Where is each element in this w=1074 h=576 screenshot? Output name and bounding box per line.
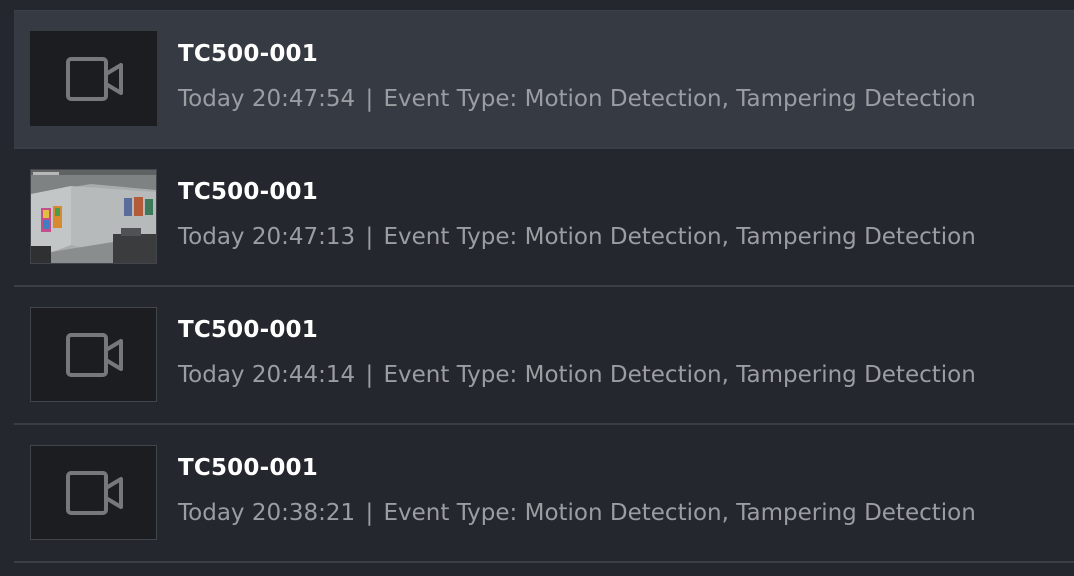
event-type: Event Type: Motion Detection, Tampering … xyxy=(383,362,976,388)
camera-name: TC500-001 xyxy=(178,179,318,205)
event-row[interactable]: TC500-001 Today 20:47:13 | Event Type: M… xyxy=(14,149,1074,287)
separator: | xyxy=(365,86,374,112)
event-time: Today 20:44:14 xyxy=(178,362,356,388)
video-camera-icon xyxy=(66,471,123,515)
event-type: Event Type: Motion Detection, Tampering … xyxy=(383,500,976,526)
event-details: Today 20:44:14 | Event Type: Motion Dete… xyxy=(178,362,976,388)
event-snapshot-thumbnail[interactable] xyxy=(30,169,157,264)
event-details: Today 20:47:54 | Event Type: Motion Dete… xyxy=(178,86,976,112)
event-list: TC500-001 Today 20:47:54 | Event Type: M… xyxy=(0,0,1074,576)
event-thumbnail[interactable] xyxy=(30,445,157,540)
event-time: Today 20:47:54 xyxy=(178,86,356,112)
event-thumbnail[interactable] xyxy=(30,307,157,402)
event-details: Today 20:47:13 | Event Type: Motion Dete… xyxy=(178,224,976,250)
camera-name: TC500-001 xyxy=(178,455,318,481)
event-row[interactable]: TC500-001 Today 20:47:54 | Event Type: M… xyxy=(14,11,1074,149)
separator: | xyxy=(365,362,374,388)
event-time: Today 20:47:13 xyxy=(178,224,356,250)
room-snapshot-image xyxy=(31,170,156,263)
event-time: Today 20:38:21 xyxy=(178,500,356,526)
video-camera-icon xyxy=(66,333,123,377)
event-row[interactable]: TC500-001 Today 20:44:14 | Event Type: M… xyxy=(14,287,1074,425)
camera-name: TC500-001 xyxy=(178,317,318,343)
separator: | xyxy=(365,224,374,250)
camera-name: TC500-001 xyxy=(178,41,318,67)
event-type: Event Type: Motion Detection, Tampering … xyxy=(383,86,976,112)
video-camera-icon xyxy=(66,57,123,101)
event-details: Today 20:38:21 | Event Type: Motion Dete… xyxy=(178,500,976,526)
separator: | xyxy=(365,500,374,526)
event-type: Event Type: Motion Detection, Tampering … xyxy=(383,224,976,250)
event-thumbnail[interactable] xyxy=(30,31,157,126)
event-row[interactable]: TC500-001 Today 20:38:21 | Event Type: M… xyxy=(14,425,1074,563)
